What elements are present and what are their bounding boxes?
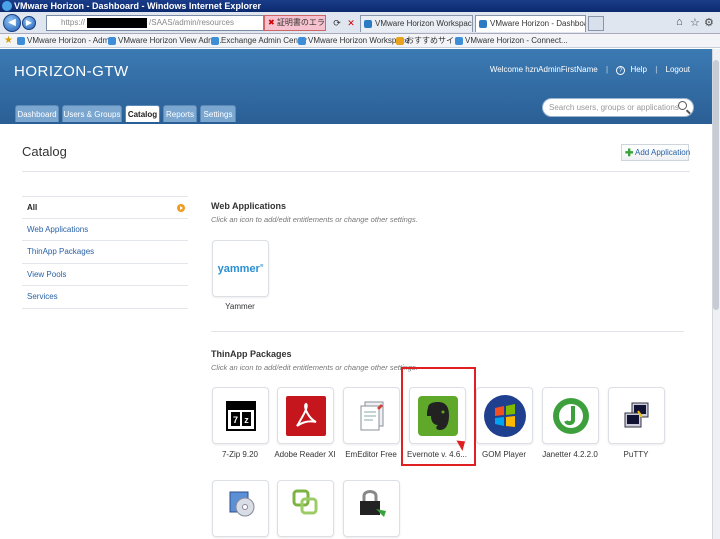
favorites-star-icon[interactable]: ★	[4, 34, 13, 47]
tab-catalog[interactable]: Catalog	[125, 105, 160, 122]
app-label: PuTTY	[623, 450, 649, 459]
app-tile[interactable]	[343, 480, 400, 537]
app-tile-janetter[interactable]	[542, 387, 599, 444]
redacted-host	[87, 17, 148, 28]
favorite-link[interactable]: VMware Horizon - Connect...	[454, 34, 568, 47]
url-prefix: https://	[61, 18, 86, 27]
tab-settings[interactable]: Settings	[200, 105, 236, 122]
app-label: Adobe Reader XI	[274, 450, 336, 459]
certificate-error-button[interactable]: ✖ 証明書のエラー	[264, 15, 326, 31]
ie-icon	[2, 1, 12, 11]
tab-users-groups[interactable]: Users & Groups	[62, 105, 122, 122]
gom-player-icon	[483, 394, 526, 437]
app-tile-yammer[interactable]: yammer≡	[212, 240, 269, 297]
vmware-favicon	[479, 20, 487, 28]
app-tile-putty[interactable]	[608, 387, 665, 444]
welcome-text: Welcome hznAdminFirstName	[489, 65, 598, 74]
adobe-reader-icon	[285, 395, 326, 436]
app-label: Yammer	[225, 302, 255, 311]
favorites-star-icon[interactable]: ☆	[690, 16, 700, 29]
favorite-link[interactable]: VMware Horizon Workspace	[297, 34, 409, 47]
search-icon[interactable]	[678, 101, 687, 110]
app-label: Janetter 4.2.2.0	[542, 450, 598, 459]
tab-reports[interactable]: Reports	[163, 105, 197, 122]
sidebar-item-services[interactable]: Services	[22, 286, 188, 309]
arrow-right-icon	[177, 204, 185, 212]
tab-label: VMware Horizon - Dashboa...	[490, 19, 586, 28]
app-label: GOM Player	[481, 450, 526, 459]
search-placeholder: Search users, groups or applications	[549, 103, 679, 112]
favorite-link[interactable]: VMware Horizon - Admin	[16, 34, 115, 47]
user-menu: Welcome hznAdminFirstName | ? Help | Log…	[489, 65, 690, 75]
tab-dashboard[interactable]: Dashboard	[15, 105, 59, 122]
app-tile-emeditor[interactable]	[343, 387, 400, 444]
app-label: EmEditor Free	[345, 450, 397, 459]
cert-error-label: 証明書のエラー	[276, 18, 325, 27]
help-link[interactable]: Help	[631, 65, 647, 74]
shield-error-icon: ✖	[268, 18, 275, 27]
gear-icon[interactable]: ⚙	[704, 16, 714, 29]
scrollbar-thumb[interactable]	[713, 60, 719, 310]
favorite-link[interactable]: Exchange Admin Center	[210, 34, 307, 47]
tab-dashboard[interactable]: VMware Horizon - Dashboa...	[475, 15, 586, 32]
app-brand: HORIZON-GTW	[14, 63, 129, 80]
app-tile-adobe-reader[interactable]	[277, 387, 334, 444]
yammer-logo: yammer≡	[217, 262, 264, 275]
svg-text:7: 7	[232, 415, 237, 425]
stop-icon[interactable]: ✕	[344, 16, 358, 30]
favorites-bar: ★ VMware Horizon - Admin VMware Horizon …	[0, 34, 720, 48]
favorite-link[interactable]: おすすめサイト	[395, 34, 462, 47]
url-path: /SAAS/admin/resources	[149, 18, 234, 27]
sidebar-item-thinapp-packages[interactable]: ThinApp Packages	[22, 241, 188, 264]
browser-toolbar: ◀ ▶ https:// /SAAS/admin/resources ✖ 証明書の…	[0, 12, 720, 34]
catalog-filter-sidebar: All Web Applications ThinApp Packages Vi…	[22, 196, 188, 309]
app-tile-7zip[interactable]: 7 z	[212, 387, 269, 444]
search-input[interactable]: Search users, groups or applications	[542, 98, 694, 117]
selection-highlight	[401, 367, 476, 466]
sidebar-item-view-pools[interactable]: View Pools	[22, 264, 188, 286]
section-subtitle: Click an icon to add/edit entitlements o…	[211, 215, 418, 224]
installer-disc-icon	[229, 491, 254, 517]
janetter-icon	[552, 397, 589, 434]
home-icon[interactable]: ⌂	[676, 16, 683, 28]
app-header: HORIZON-GTW Welcome hznAdminFirstName | …	[0, 49, 712, 124]
add-application-label: Add Application	[635, 148, 691, 157]
forward-button[interactable]: ▶	[22, 16, 36, 30]
window-title: VMware Horizon - Dashboard - Windows Int…	[14, 1, 261, 11]
section-subtitle: Click an icon to add/edit entitlements o…	[211, 363, 418, 372]
back-button[interactable]: ◀	[3, 14, 21, 32]
window-title-bar: VMware Horizon - Dashboard - Windows Int…	[0, 0, 720, 12]
address-bar[interactable]: https:// /SAAS/admin/resources	[46, 15, 264, 31]
tab-label: VMware Horizon Workspace -...	[375, 19, 473, 28]
lock-icon	[359, 490, 386, 517]
app-tile-gom-player[interactable]	[476, 387, 533, 444]
sidebar-item-web-applications[interactable]: Web Applications	[22, 219, 188, 241]
favorite-link[interactable]: VMware Horizon View Adm...	[107, 34, 221, 47]
new-tab-button[interactable]	[588, 16, 604, 31]
emeditor-icon	[360, 401, 383, 430]
divider	[22, 171, 690, 172]
vmware-favicon	[364, 20, 372, 28]
vmware-client-icon	[292, 489, 317, 515]
app-tile[interactable]	[277, 480, 334, 537]
divider	[211, 331, 684, 332]
section-heading-web-applications: Web Applications	[211, 201, 287, 211]
plus-icon: ✚	[625, 148, 634, 159]
logout-link[interactable]: Logout	[666, 65, 690, 74]
sidebar-item-all[interactable]: All	[22, 196, 188, 219]
7zip-icon: 7 z	[225, 400, 256, 431]
help-icon[interactable]: ?	[616, 66, 626, 75]
page-title: Catalog	[22, 144, 67, 159]
putty-icon	[624, 402, 648, 427]
app-label: 7-Zip 9.20	[221, 450, 259, 459]
refresh-icon[interactable]: ⟳	[330, 16, 344, 30]
section-heading-thinapp-packages: ThinApp Packages	[211, 349, 292, 359]
add-application-button[interactable]: ✚ Add Application	[621, 144, 691, 161]
app-tile[interactable]	[212, 480, 269, 537]
tab-workspace[interactable]: VMware Horizon Workspace -...	[360, 15, 473, 32]
svg-text:z: z	[244, 415, 249, 425]
